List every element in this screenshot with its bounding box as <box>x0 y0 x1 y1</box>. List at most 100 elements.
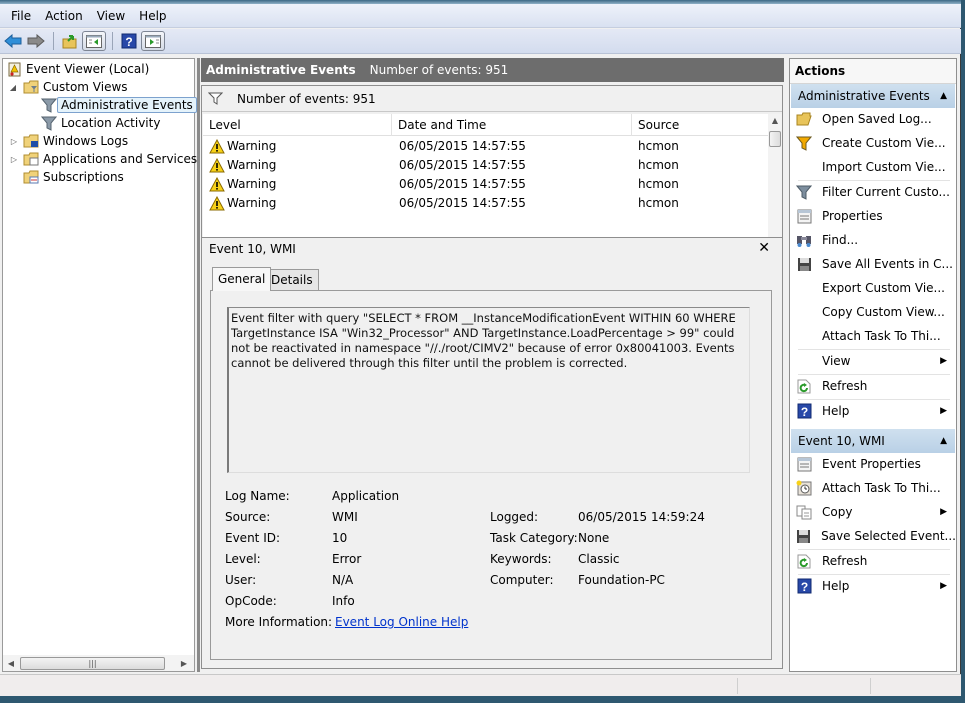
scrollbar-thumb[interactable]: ||| <box>20 656 165 670</box>
scroll-up-icon[interactable]: ▲ <box>768 116 782 125</box>
event-detail-panel: Event 10, WMI ✕ General Details Event fi… <box>201 237 783 669</box>
table-row[interactable]: Warning 06/05/2015 14:57:55 hcmon <box>203 175 768 194</box>
collapse-arrow-icon[interactable]: ◢ <box>8 83 18 92</box>
action-export-custom-vie[interactable]: Export Custom Vie... <box>790 276 956 300</box>
grid-header: Level Date and Time Source <box>203 114 768 136</box>
event-action-save-selected-event[interactable]: Save Selected Event... <box>790 524 956 548</box>
opcode-value: Info <box>332 594 355 608</box>
tree-node-applications-and-services-logs[interactable]: Applications and Services Lo <box>23 150 215 168</box>
event-viewer-icon <box>6 61 22 77</box>
scroll-right-icon[interactable]: ▶ <box>176 659 192 668</box>
filter-event-count: Number of events: 951 <box>237 91 376 106</box>
scrollbar-thumb[interactable] <box>769 131 781 147</box>
action-find[interactable]: Find... <box>790 228 956 252</box>
tree-node-windows-logs[interactable]: Windows Logs <box>23 132 128 150</box>
close-icon[interactable]: ✕ <box>758 240 770 256</box>
event-message[interactable]: Event filter with query "SELECT * FROM _… <box>227 307 750 473</box>
user-label: User: <box>225 573 257 587</box>
table-row[interactable]: Warning 06/05/2015 14:57:55 hcmon <box>203 137 768 156</box>
filter-icon <box>41 115 57 131</box>
tree-node-administrative-events[interactable]: Administrative Events <box>41 96 197 114</box>
level-cell: Warning <box>209 137 276 156</box>
action-label: Refresh <box>822 554 868 568</box>
menu-file[interactable]: File <box>4 4 38 28</box>
event-action-refresh[interactable]: Refresh <box>790 549 956 573</box>
action-label: Help <box>822 404 850 418</box>
menu-action[interactable]: Action <box>38 4 90 28</box>
open-folder-icon <box>796 111 812 127</box>
computer-label: Computer: <box>490 573 554 587</box>
action-create-custom-vie[interactable]: Create Custom Vie... <box>790 131 956 155</box>
level-cell: Warning <box>209 194 276 213</box>
datetime-cell: 06/05/2015 14:57:55 <box>399 139 526 153</box>
action-label: Create Custom Vie... <box>822 136 946 150</box>
scroll-left-icon[interactable]: ◀ <box>3 659 19 668</box>
table-row[interactable]: Warning 06/05/2015 14:57:55 hcmon <box>203 156 768 175</box>
action-label: Refresh <box>822 379 868 393</box>
collapse-caret-icon[interactable]: ▲ <box>940 429 947 453</box>
action-import-custom-vie[interactable]: Import Custom Vie... <box>790 155 956 179</box>
action-view[interactable]: View ▶ <box>790 349 956 373</box>
column-header-level[interactable]: Level <box>203 114 392 136</box>
up-folder-button[interactable] <box>59 31 81 51</box>
action-refresh[interactable]: Refresh <box>790 374 956 398</box>
action-label: Copy <box>822 505 853 519</box>
action-label: Event Properties <box>822 457 921 471</box>
status-bar <box>0 674 961 696</box>
tree-node-location-activity[interactable]: Location Activity <box>41 114 160 132</box>
tree-node-custom-views[interactable]: Custom Views <box>23 78 128 96</box>
help-button[interactable]: ? <box>118 31 140 51</box>
tree-node-event-viewer-local[interactable]: Event Viewer (Local) <box>6 60 149 78</box>
column-header-date-and-time[interactable]: Date and Time <box>392 114 632 136</box>
help-icon: ? <box>796 403 812 419</box>
blank-icon <box>796 159 812 175</box>
action-label: Filter Current Custo... <box>822 185 950 199</box>
detail-title: Event 10, WMI <box>209 242 296 256</box>
action-properties[interactable]: Properties <box>790 204 956 228</box>
level-text: Warning <box>227 177 277 191</box>
menu-help[interactable]: Help <box>132 4 173 28</box>
action-filter-current-custo[interactable]: Filter Current Custo... <box>790 180 956 204</box>
show-hide-console-tree-button[interactable] <box>82 31 106 51</box>
datetime-cell: 06/05/2015 14:57:55 <box>399 158 526 172</box>
action-label: Attach Task To Thi... <box>822 481 941 495</box>
action-help[interactable]: ? Help ▶ <box>790 399 956 423</box>
menu-view[interactable]: View <box>90 4 132 28</box>
action-label: Help <box>822 579 850 593</box>
action-copy-custom-view[interactable]: Copy Custom View... <box>790 300 956 324</box>
pane-splitter[interactable] <box>197 58 200 672</box>
source-cell: hcmon <box>638 177 679 191</box>
action-open-saved-log[interactable]: Open Saved Log... <box>790 107 956 131</box>
svg-text:?: ? <box>800 405 807 419</box>
back-button[interactable] <box>2 31 24 51</box>
console-tree: Event Viewer (Local) ◢ Custom Views Admi… <box>2 58 215 672</box>
center-title: Administrative Events <box>206 63 356 77</box>
tab-general[interactable]: General <box>212 267 272 291</box>
event-action-copy[interactable]: Copy ▶ <box>790 500 956 524</box>
column-header-source[interactable]: Source <box>632 114 768 136</box>
table-row[interactable]: Warning 06/05/2015 14:57:55 hcmon <box>203 194 768 213</box>
event-log-online-help-link[interactable]: Event Log Online Help <box>335 615 468 629</box>
show-hide-action-pane-button[interactable] <box>141 31 165 51</box>
event-action-attach-task-to-thi[interactable]: Attach Task To Thi... <box>790 476 956 500</box>
actions-section-administrative-events[interactable]: Administrative Events ▲ <box>791 84 955 108</box>
action-save-all-events-in-c[interactable]: Save All Events in C... <box>790 252 956 276</box>
log-name-label: Log Name: <box>225 489 290 503</box>
user-value: N/A <box>332 573 354 587</box>
event-id-value: 10 <box>332 531 348 545</box>
tab-details[interactable]: Details <box>265 269 319 291</box>
event-action-event-properties[interactable]: Event Properties <box>790 452 956 476</box>
expand-arrow-icon[interactable]: ▷ <box>9 137 19 146</box>
forward-button[interactable] <box>25 31 47 51</box>
tree-horizontal-scrollbar[interactable]: ◀ ||| ▶ <box>3 655 194 671</box>
expand-arrow-icon[interactable]: ▷ <box>9 155 19 164</box>
actions-title: Actions <box>790 59 956 84</box>
actions-section-event-10-wmi[interactable]: Event 10, WMI ▲ <box>791 429 955 453</box>
blank-icon <box>796 328 812 344</box>
save-icon <box>796 528 811 544</box>
tree-node-subscriptions[interactable]: Subscriptions <box>23 168 124 186</box>
collapse-caret-icon[interactable]: ▲ <box>940 84 947 108</box>
event-action-help[interactable]: ? Help ▶ <box>790 574 956 598</box>
action-attach-task-to-thi[interactable]: Attach Task To Thi... <box>790 324 956 348</box>
action-label: Import Custom Vie... <box>822 160 946 174</box>
